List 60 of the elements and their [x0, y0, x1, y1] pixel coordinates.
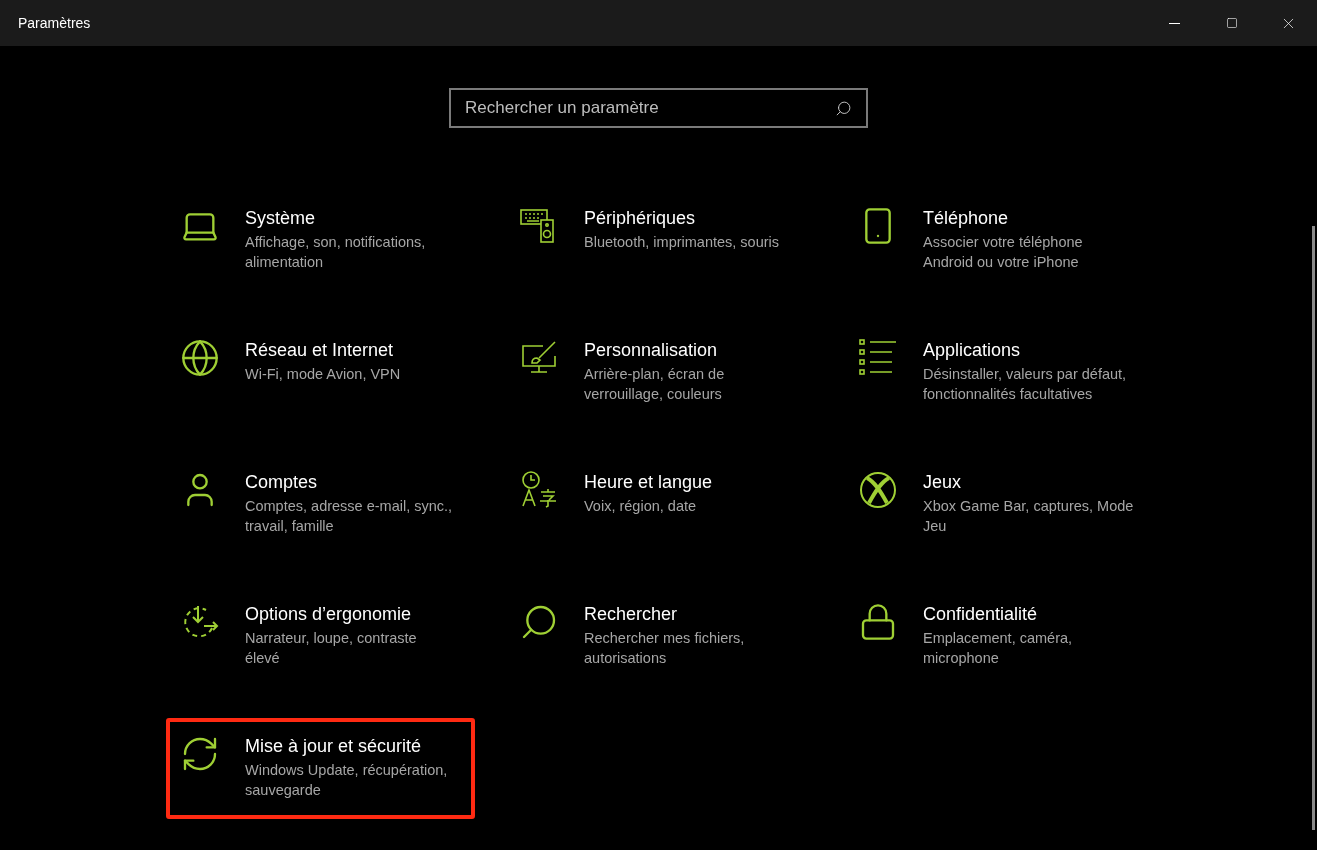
category-title: Heure et langue — [584, 471, 714, 494]
category-tile[interactable]: Périphériques Bluetooth, imprimantes, souris — [505, 190, 814, 291]
category-title: Téléphone — [923, 207, 1010, 230]
category-description: sauvegarde — [245, 781, 322, 800]
category-description: Associer votre téléphone — [923, 233, 1084, 252]
category-title: Options d’ergonomie — [245, 603, 413, 626]
category-title: Système — [245, 207, 317, 230]
category-description: Emplacement, caméra, — [923, 629, 1074, 648]
category-description: Xbox Game Bar, captures, Mode — [923, 497, 1135, 516]
category-tile[interactable]: Options d’ergonomie Narrateur, loupe, contraste élevé — [166, 586, 475, 687]
category-title: Confidentialité — [923, 603, 1039, 626]
category-tile[interactable]: Réseau et Internet Wi-Fi, mode Avion, VPN — [166, 322, 475, 423]
category-description: Windows Update, récupération, — [245, 761, 449, 780]
category-description: microphone — [923, 649, 1000, 668]
minimize-icon — [1169, 22, 1180, 24]
category-tile[interactable]: Rechercher Rechercher mes fichiers, autorisations — [505, 586, 814, 687]
category-description: Narrateur, loupe, contraste — [245, 629, 418, 648]
category-description: Wi-Fi, mode Avion, VPN — [245, 365, 402, 384]
category-title: Réseau et Internet — [245, 339, 395, 362]
category-description: autorisations — [584, 649, 668, 668]
category-title: Rechercher — [584, 603, 679, 626]
category-description: Affichage, son, notifications, — [245, 233, 427, 252]
category-tile[interactable]: Système Affichage, son, notifications, alimentation — [166, 190, 475, 291]
category-description: verrouillage, couleurs — [584, 385, 723, 404]
category-description: Comptes, adresse e-mail, sync., — [245, 497, 454, 516]
xbox-icon — [858, 470, 898, 510]
category-title: Jeux — [923, 471, 963, 494]
maximize-icon — [1225, 17, 1238, 29]
category-tile[interactable]: Comptes Comptes, adresse e-mail, sync., travail, famille — [166, 454, 475, 555]
category-description: Désinstaller, valeurs par défaut, — [923, 365, 1128, 384]
category-tile[interactable]: Personnalisation Arrière-plan, écran de verrouillage, couleurs — [505, 322, 814, 423]
category-title: Mise à jour et sécurité — [245, 735, 423, 758]
search-input[interactable]: Rechercher un paramètre — [465, 95, 835, 121]
category-tile[interactable]: Téléphone Associer votre téléphone Android ou votre iPhone — [844, 190, 1153, 291]
search-field[interactable]: Rechercher un paramètre — [449, 88, 868, 128]
category-tile[interactable]: Heure et langue Voix, région, date — [505, 454, 814, 555]
category-description: fonctionnalités facultatives — [923, 385, 1094, 404]
category-description: élevé — [245, 649, 281, 668]
category-title: Périphériques — [584, 207, 697, 230]
category-tile[interactable]: Jeux Xbox Game Bar, captures, Mode Jeu — [844, 454, 1153, 555]
category-tile[interactable]: Confidentialité Emplacement, caméra, microphone — [844, 586, 1153, 687]
category-description: Voix, région, date — [584, 497, 698, 516]
category-description: Android ou votre iPhone — [923, 253, 1080, 272]
globe-icon — [180, 338, 220, 378]
clock-language-icon — [519, 470, 559, 510]
category-description: Bluetooth, imprimantes, souris — [584, 233, 781, 252]
category-title: Comptes — [245, 471, 319, 494]
category-description: alimentation — [245, 253, 325, 272]
category-description: Arrière-plan, écran de — [584, 365, 726, 384]
category-tile[interactable]: Applications Désinstaller, valeurs par défaut, fonctionnalités facultatives — [844, 322, 1153, 423]
category-title: Personnalisation — [584, 339, 719, 362]
search-icon — [835, 99, 852, 117]
category-tile[interactable]: Mise à jour et sécurité Windows Update, récupération, sauvegarde — [166, 718, 475, 819]
list-icon — [858, 338, 898, 378]
category-description: Jeu — [923, 517, 948, 536]
scrollbar[interactable] — [1312, 226, 1315, 830]
category-title: Applications — [923, 339, 1022, 362]
window-title: Paramètres — [17, 13, 91, 33]
category-description: travail, famille — [245, 517, 335, 536]
category-description: Rechercher mes fichiers, — [584, 629, 746, 648]
